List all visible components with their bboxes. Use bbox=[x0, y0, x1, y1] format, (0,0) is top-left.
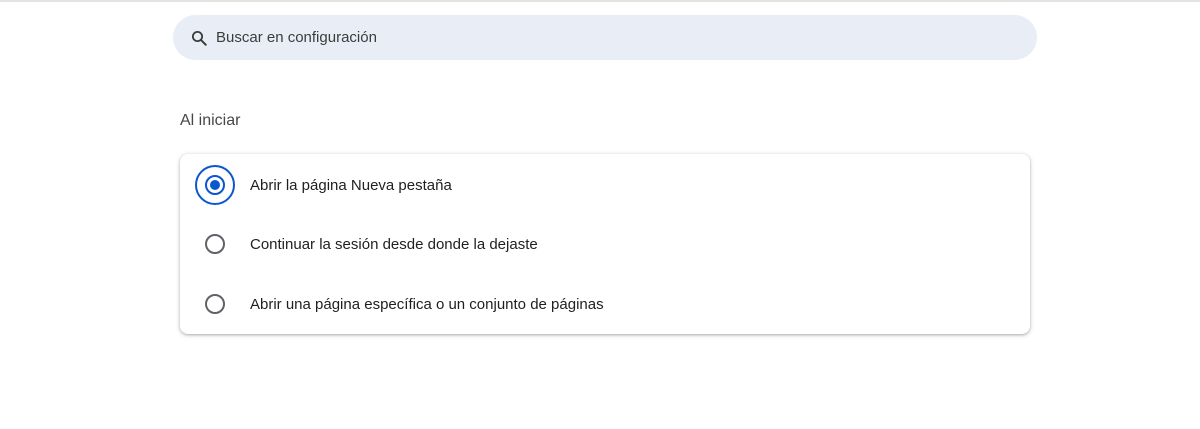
radio-button-continue-session[interactable] bbox=[195, 224, 235, 264]
startup-option-label: Abrir la página Nueva pestaña bbox=[250, 176, 452, 194]
section-title-on-startup: Al iniciar bbox=[180, 112, 241, 129]
startup-option-continue-session[interactable]: Continuar la sesión desde donde la dejas… bbox=[180, 214, 1030, 274]
search-input[interactable] bbox=[216, 29, 996, 46]
search-icon bbox=[189, 28, 209, 48]
radio-focus-ring bbox=[195, 165, 235, 205]
startup-option-label: Continuar la sesión desde donde la dejas… bbox=[250, 235, 538, 253]
radio-unchecked-icon bbox=[205, 234, 225, 254]
radio-button-specific-pages[interactable] bbox=[195, 284, 235, 324]
startup-option-specific-pages[interactable]: Abrir una página específica o un conjunt… bbox=[180, 274, 1030, 334]
radio-unchecked-icon bbox=[205, 294, 225, 314]
startup-options-card: Abrir la página Nueva pestaña Continuar … bbox=[180, 154, 1030, 334]
radio-button-new-tab[interactable] bbox=[195, 165, 235, 205]
startup-option-label: Abrir una página específica o un conjunt… bbox=[250, 295, 604, 313]
search-bar[interactable] bbox=[173, 15, 1037, 60]
top-divider bbox=[0, 0, 1200, 2]
startup-option-new-tab[interactable]: Abrir la página Nueva pestaña bbox=[180, 155, 1030, 215]
